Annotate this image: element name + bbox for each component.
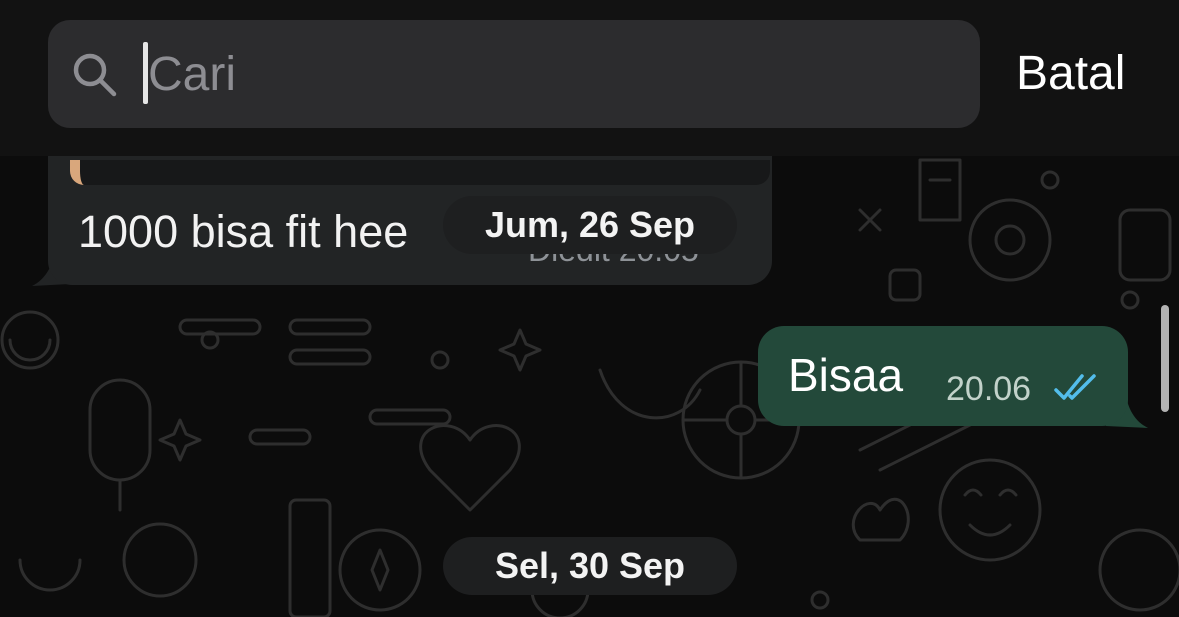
incoming-message-text: 1000 bisa fit hee [78,206,409,257]
search-header: Batal [0,0,1179,156]
cancel-button[interactable]: Batal [1016,45,1125,103]
double-check-icon [1054,374,1096,400]
date-separator: Jum, 26 Sep [443,196,737,254]
search-box[interactable] [48,20,980,128]
search-icon [73,53,117,97]
date-separator: Sel, 30 Sep [443,537,737,595]
outgoing-message-bubble[interactable]: Bisaa 20.06 [758,326,1128,426]
scrollbar[interactable] [1161,305,1169,412]
outgoing-message-time: 20.06 [946,370,1032,408]
quoted-message-preview[interactable] [70,160,770,185]
outgoing-message-text: Bisaa [788,349,904,401]
search-input[interactable] [148,38,948,110]
